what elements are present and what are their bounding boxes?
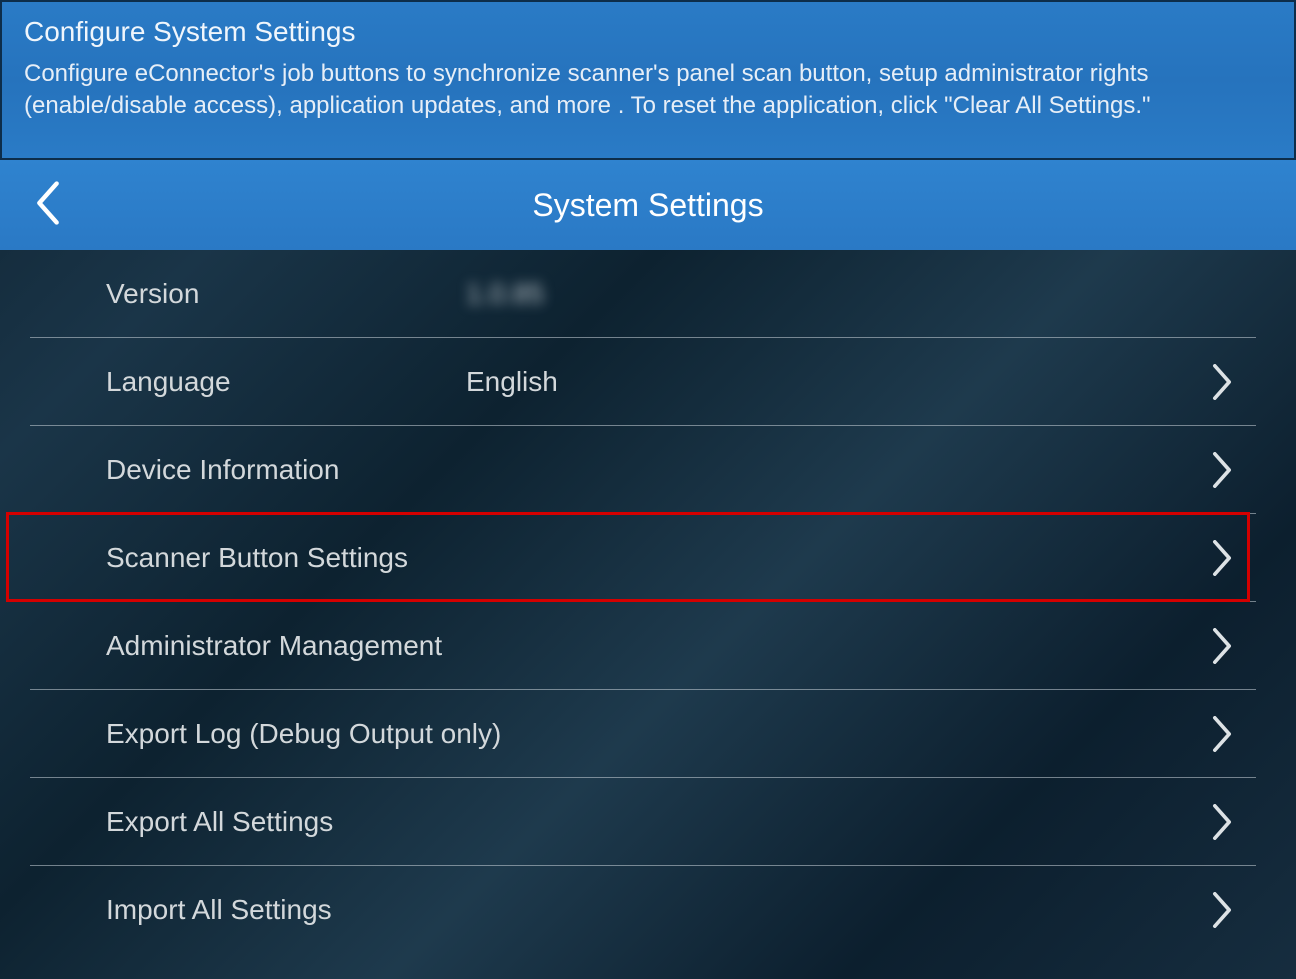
chevron-right-icon — [1208, 890, 1236, 930]
row-label: Administrator Management — [106, 630, 442, 662]
help-title: Configure System Settings — [24, 16, 1272, 48]
title-bar: System Settings — [0, 160, 1296, 250]
row-language[interactable]: Language English — [30, 338, 1256, 426]
chevron-left-icon — [35, 180, 61, 231]
chevron-right-icon — [1208, 626, 1236, 666]
row-label: Scanner Button Settings — [106, 542, 408, 574]
help-panel: Configure System Settings Configure eCon… — [0, 0, 1296, 160]
row-label: Export Log (Debug Output only) — [106, 718, 501, 750]
settings-list: Version 1.0.85 Language English Device I… — [0, 250, 1296, 979]
row-import-all-settings[interactable]: Import All Settings — [30, 866, 1256, 954]
row-scanner-button-settings[interactable]: Scanner Button Settings — [30, 514, 1256, 602]
row-version: Version 1.0.85 — [30, 250, 1256, 338]
chevron-right-icon — [1208, 362, 1236, 402]
chevron-right-icon — [1208, 538, 1236, 578]
row-device-information[interactable]: Device Information — [30, 426, 1256, 514]
chevron-right-icon — [1208, 714, 1236, 754]
chevron-right-icon — [1208, 802, 1236, 842]
row-label: Device Information — [106, 454, 466, 486]
row-administrator-management[interactable]: Administrator Management — [30, 602, 1256, 690]
row-export-log[interactable]: Export Log (Debug Output only) — [30, 690, 1256, 778]
spacer — [0, 954, 1296, 979]
row-value: 1.0.85 — [466, 278, 544, 310]
row-value: English — [466, 366, 558, 398]
row-export-all-settings[interactable]: Export All Settings — [30, 778, 1256, 866]
row-label: Import All Settings — [106, 894, 332, 926]
row-label: Export All Settings — [106, 806, 333, 838]
settings-scroll-area[interactable]: Version 1.0.85 Language English Device I… — [0, 250, 1296, 979]
row-label: Version — [106, 278, 466, 310]
page-title: System Settings — [532, 187, 763, 224]
help-body: Configure eConnector's job buttons to sy… — [24, 58, 1272, 123]
row-label: Language — [106, 366, 466, 398]
back-button[interactable] — [28, 180, 68, 230]
chevron-right-icon — [1208, 450, 1236, 490]
